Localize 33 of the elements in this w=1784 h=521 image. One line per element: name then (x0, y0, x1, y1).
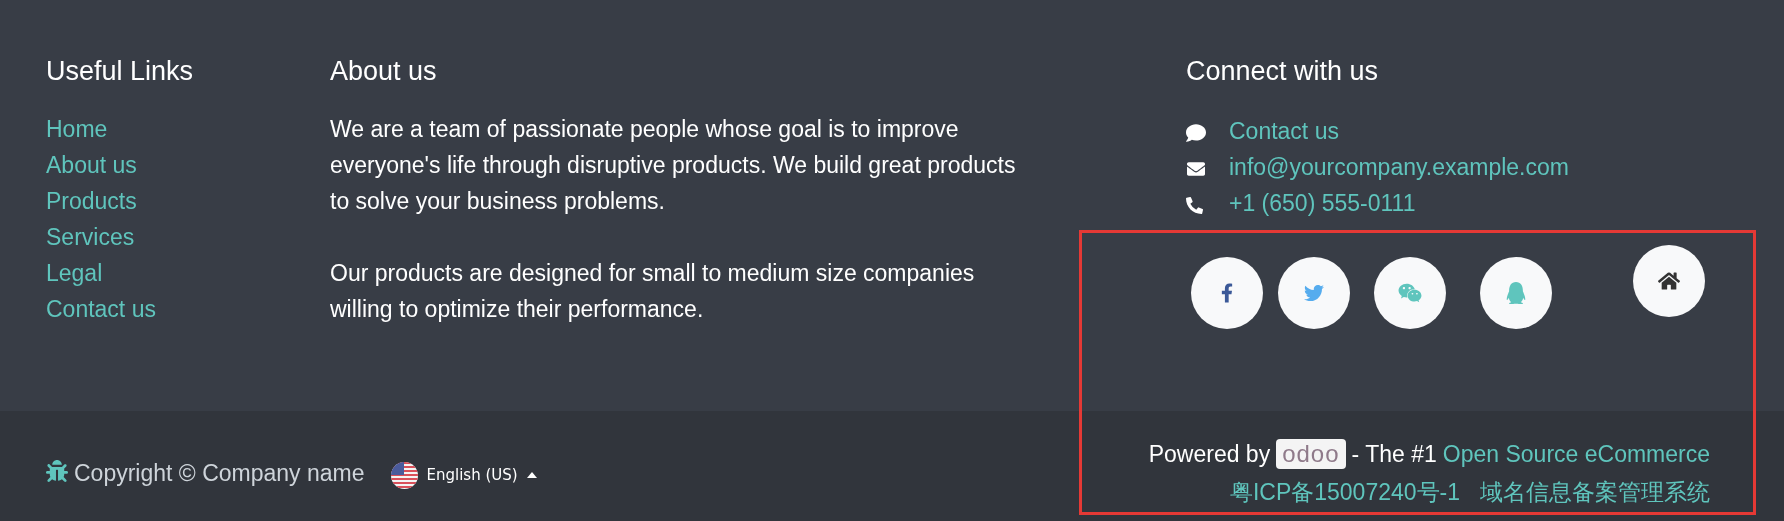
powered-by-text: Powered by (1148, 439, 1271, 469)
column-heading: Useful Links (46, 55, 195, 87)
language-dropdown[interactable]: English (US) (390, 461, 537, 489)
column-heading: About us (330, 55, 438, 87)
about-paragraph: Our products are designed for small to medium size companies willing to optimize their performance. (330, 259, 976, 324)
bug-icon (46, 460, 68, 482)
chat-bubbles-icon (1398, 282, 1422, 304)
flag-icon (390, 461, 418, 489)
odoo-logo[interactable]: odoo (1276, 438, 1346, 469)
contact-link[interactable]: info@yourcompany.example.com (1229, 153, 1569, 181)
footer-link[interactable]: About us (46, 152, 137, 178)
copyright-text: Copyright © Company name (74, 458, 365, 488)
footer-link[interactable]: Contact us (46, 296, 156, 322)
caret-up-icon (526, 472, 537, 478)
tagline-text: - The #1 (1351, 439, 1437, 469)
contact-link[interactable]: +1 (650) 555-0111 (1229, 189, 1416, 217)
footer-link[interactable]: Services (46, 224, 135, 250)
footer-link[interactable]: Legal (46, 260, 103, 286)
house-icon (1658, 271, 1680, 291)
phone-icon (1186, 196, 1203, 214)
bird-icon (1303, 283, 1325, 303)
about-paragraph: We are a team of passionate people whose goal is to improve everyone's life through disruptive products. We build great products to solve your business problems. (330, 115, 1017, 216)
registration-link[interactable]: 域名信息备案管理系统 (1480, 475, 1710, 510)
footer-link[interactable]: Products (46, 188, 137, 214)
footer-link[interactable]: Open Source eCommerce (1442, 436, 1710, 471)
registration-link[interactable]: 粤ICP备15007240号-1 (1229, 475, 1460, 510)
speech-bubble-icon (1186, 123, 1206, 143)
penguin-icon (1506, 282, 1526, 304)
footer-link[interactable]: Home (46, 116, 108, 142)
column-heading: Connect with us (1186, 55, 1380, 87)
facebook-icon (1221, 282, 1233, 304)
contact-link[interactable]: Contact us (1229, 117, 1339, 145)
envelope-icon (1186, 160, 1206, 178)
